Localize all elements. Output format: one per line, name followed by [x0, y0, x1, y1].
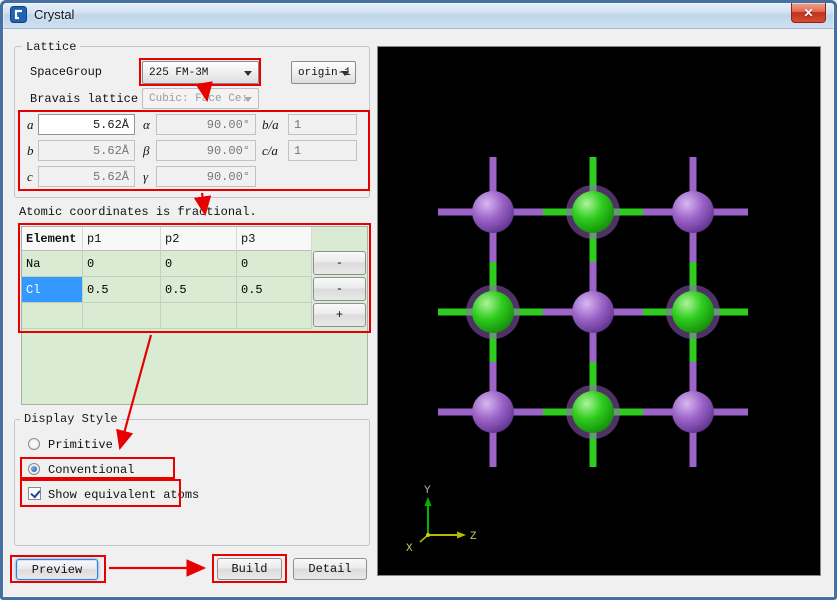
cell-empty[interactable]: [161, 303, 237, 329]
param-gamma-input: 90.00°: [156, 166, 256, 187]
chevron-down-icon: [341, 71, 349, 76]
param-beta-input: 90.00°: [156, 140, 256, 161]
ratio-ca-input: 1: [288, 140, 357, 161]
preview-button[interactable]: Preview: [16, 559, 98, 580]
param-a-symbol: a: [27, 117, 34, 133]
spacegroup-value: 225 FM-3M: [149, 67, 208, 79]
primitive-radio-label: Primitive: [48, 438, 113, 452]
show-equivalent-checkbox[interactable]: [28, 487, 41, 500]
display-style-label: Display Style: [20, 412, 122, 426]
cell-element-na[interactable]: Na: [22, 251, 83, 277]
param-alpha-symbol: α: [143, 117, 150, 133]
cell-cl-p2[interactable]: 0.5: [161, 277, 237, 303]
cell-empty[interactable]: [83, 303, 161, 329]
param-c-input: 5.62Å: [38, 166, 135, 187]
show-equivalent-label: Show equivalent atoms: [48, 488, 199, 502]
detail-button[interactable]: Detail: [293, 558, 367, 580]
app-icon: [10, 6, 27, 23]
ratio-ba-input: 1: [288, 114, 357, 135]
lattice-group-label: Lattice: [22, 40, 80, 54]
window-title: Crystal: [34, 7, 74, 22]
column-header-element[interactable]: Element: [22, 227, 83, 251]
bravais-select: Cubic: Face Ce:: [142, 88, 259, 109]
param-gamma-symbol: γ: [143, 169, 148, 185]
param-a-input[interactable]: 5.62Å: [38, 114, 135, 135]
remove-row-cl-button[interactable]: -: [313, 277, 366, 301]
cell-na-p3[interactable]: 0: [237, 251, 312, 277]
remove-row-na-button[interactable]: -: [313, 251, 366, 275]
cell-cl-p3[interactable]: 0.5: [237, 277, 312, 303]
conventional-radio[interactable]: [28, 463, 40, 475]
titlebar: Crystal: [0, 0, 837, 29]
svg-text:Z: Z: [470, 531, 477, 543]
cell-na-p1[interactable]: 0: [83, 251, 161, 277]
spacegroup-select[interactable]: 225 FM-3M: [142, 61, 259, 84]
param-c-symbol: c: [27, 169, 33, 185]
spacegroup-label: SpaceGroup: [30, 65, 102, 79]
table-header-row: Element p1 p2 p3: [22, 227, 367, 251]
chevron-down-icon: [244, 97, 252, 102]
cell-cl-p1[interactable]: 0.5: [83, 277, 161, 303]
origin-select[interactable]: origin-1: [291, 61, 356, 84]
crystal-viewport[interactable]: Y Z X: [377, 46, 821, 576]
column-header-p3[interactable]: p3: [237, 227, 312, 251]
ratio-ca-label: c/a: [262, 143, 278, 159]
cell-empty[interactable]: [22, 303, 83, 329]
cell-empty[interactable]: [237, 303, 312, 329]
bravais-label: Bravais lattice: [30, 92, 138, 106]
svg-text:X: X: [406, 543, 413, 555]
cell-na-p2[interactable]: 0: [161, 251, 237, 277]
close-button[interactable]: ✕: [791, 3, 826, 23]
ratio-ba-label: b/a: [262, 117, 279, 133]
bravais-value: Cubic: Face Ce:: [149, 93, 248, 105]
param-b-symbol: b: [27, 143, 34, 159]
column-header-p1[interactable]: p1: [83, 227, 161, 251]
param-b-input: 5.62Å: [38, 140, 135, 161]
fractional-note: Atomic coordinates is fractional.: [19, 205, 257, 219]
chevron-down-icon: [244, 71, 252, 76]
cell-element-cl[interactable]: Cl: [22, 277, 83, 303]
param-beta-symbol: β: [143, 143, 149, 159]
add-row-button[interactable]: +: [313, 303, 366, 327]
column-header-p2[interactable]: p2: [161, 227, 237, 251]
close-icon: ✕: [803, 6, 813, 20]
primitive-radio[interactable]: [28, 438, 40, 450]
param-alpha-input: 90.00°: [156, 114, 256, 135]
svg-text:Y: Y: [424, 485, 431, 497]
build-button[interactable]: Build: [217, 558, 282, 580]
crystal-dialog: Crystal ✕ Lattice SpaceGroup 225 FM-3M o…: [0, 0, 837, 600]
conventional-radio-label: Conventional: [48, 463, 134, 477]
crystal-structure: Y Z X: [378, 47, 820, 575]
